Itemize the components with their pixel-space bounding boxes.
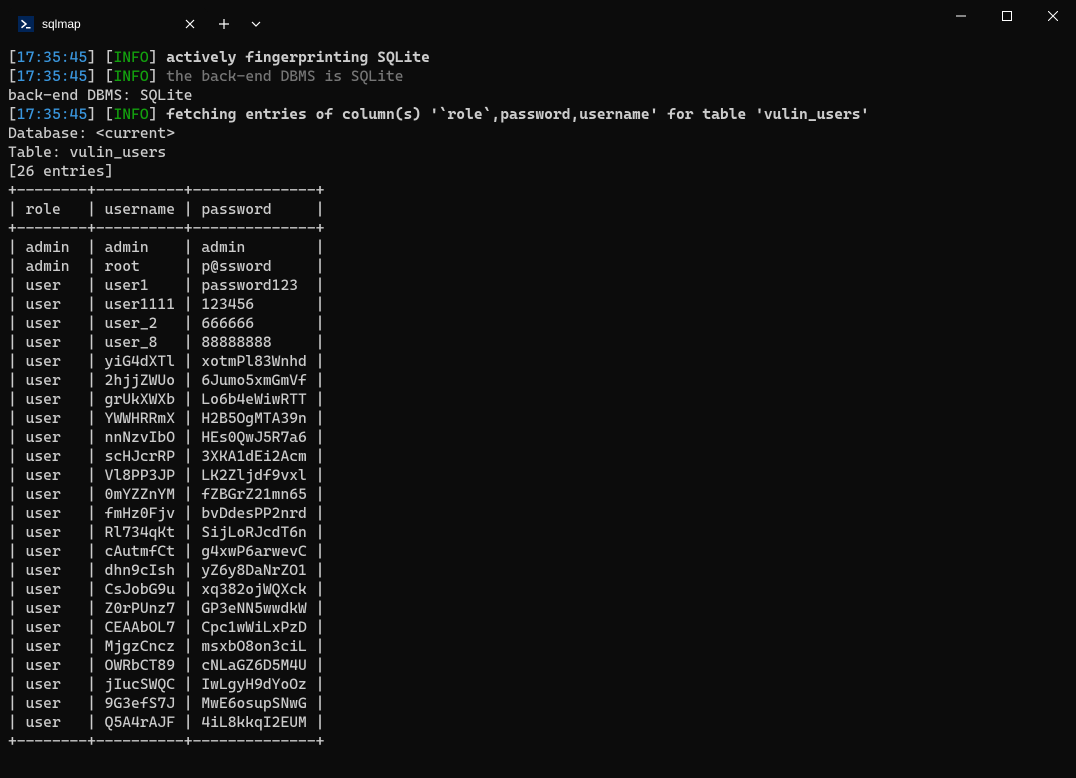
new-tab-button[interactable] xyxy=(208,8,240,40)
terminal-output[interactable]: [17:35:45] [INFO] actively fingerprintin… xyxy=(0,40,1076,751)
log-line: [17:35:45] [INFO] the back-end DBMS is S… xyxy=(8,67,1068,86)
table-row: | user | cAutmfCt | g4xwP6arwevC | xyxy=(8,542,1068,561)
close-button[interactable] xyxy=(1030,0,1076,32)
table-row: | user | CEAAbOL7 | Cpc1wWiLxPzD | xyxy=(8,618,1068,637)
log-line: [17:35:45] [INFO] actively fingerprintin… xyxy=(8,48,1068,67)
table-sep: +--------+----------+--------------+ xyxy=(8,181,1068,200)
log-line: [17:35:45] [INFO] fetching entries of co… xyxy=(8,105,1068,124)
table-row: | user | Rl734qKt | SijLoRJcdT6n | xyxy=(8,523,1068,542)
table-row: | user | user1 | password123 | xyxy=(8,276,1068,295)
table-row: | user | user1111 | 123456 | xyxy=(8,295,1068,314)
table-row: | user | Vl8PP3JP | LK2Zljdf9vxl | xyxy=(8,466,1068,485)
table-row: | user | user_2 | 666666 | xyxy=(8,314,1068,333)
tab-dropdown-button[interactable] xyxy=(240,8,272,40)
table-row: | user | scHJcrRP | 3XKA1dEi2Acm | xyxy=(8,447,1068,466)
table-row: | user | Q5A4rAJF | 4iL8kkqI2EUM | xyxy=(8,713,1068,732)
table-row: | user | fmHz0Fjv | bvDdesPP2nrd | xyxy=(8,504,1068,523)
table-row: | user | dhn9cIsh | yZ6y8DaNrZO1 | xyxy=(8,561,1068,580)
window-controls xyxy=(938,0,1076,32)
minimize-button[interactable] xyxy=(938,0,984,32)
table-sep: +--------+----------+--------------+ xyxy=(8,219,1068,238)
log-line: Table: vulin_users xyxy=(8,143,1068,162)
table-row: | user | jIucSWQC | IwLgyH9dYoOz | xyxy=(8,675,1068,694)
title-bar: sqlmap xyxy=(0,0,1076,40)
table-row: | user | Z0rPUnz7 | GP3eNN5wwdkW | xyxy=(8,599,1068,618)
table-row: | user | yiG4dXTl | xotmPl83Wnhd | xyxy=(8,352,1068,371)
table-row: | user | YWWHRRmX | H2B5OgMTA39n | xyxy=(8,409,1068,428)
log-line: Database: <current> xyxy=(8,124,1068,143)
log-line: back-end DBMS: SQLite xyxy=(8,86,1068,105)
table-row: | user | MjgzCncz | msxbO8on3ciL | xyxy=(8,637,1068,656)
table-sep: +--------+----------+--------------+ xyxy=(8,732,1068,751)
table-row: | user | CsJobG9u | xq382ojWQXck | xyxy=(8,580,1068,599)
table-row: | user | 9G3efS7J | MwE6osupSNwG | xyxy=(8,694,1068,713)
table-row: | user | OWRbCT89 | cNLaGZ6D5M4U | xyxy=(8,656,1068,675)
log-line: [26 entries] xyxy=(8,162,1068,181)
table-row: | admin | root | p@ssword | xyxy=(8,257,1068,276)
table-row: | user | user_8 | 88888888 | xyxy=(8,333,1068,352)
table-row: | user | grUkXWXb | Lo6b4eWiwRTT | xyxy=(8,390,1068,409)
powershell-icon xyxy=(18,16,34,32)
tab-sqlmap[interactable]: sqlmap xyxy=(8,8,208,40)
table-header: | role | username | password | xyxy=(8,200,1068,219)
table-row: | admin | admin | admin | xyxy=(8,238,1068,257)
table-row: | user | 0mYZZnYM | fZBGrZ21mn65 | xyxy=(8,485,1068,504)
table-row: | user | nnNzvIbO | HEs0QwJ5R7a6 | xyxy=(8,428,1068,447)
tab-strip: sqlmap xyxy=(0,0,208,40)
maximize-button[interactable] xyxy=(984,0,1030,32)
tab-close-button[interactable] xyxy=(182,16,198,32)
tab-title: sqlmap xyxy=(42,15,81,34)
table-row: | user | 2hjjZWUo | 6Jumo5xmGmVf | xyxy=(8,371,1068,390)
